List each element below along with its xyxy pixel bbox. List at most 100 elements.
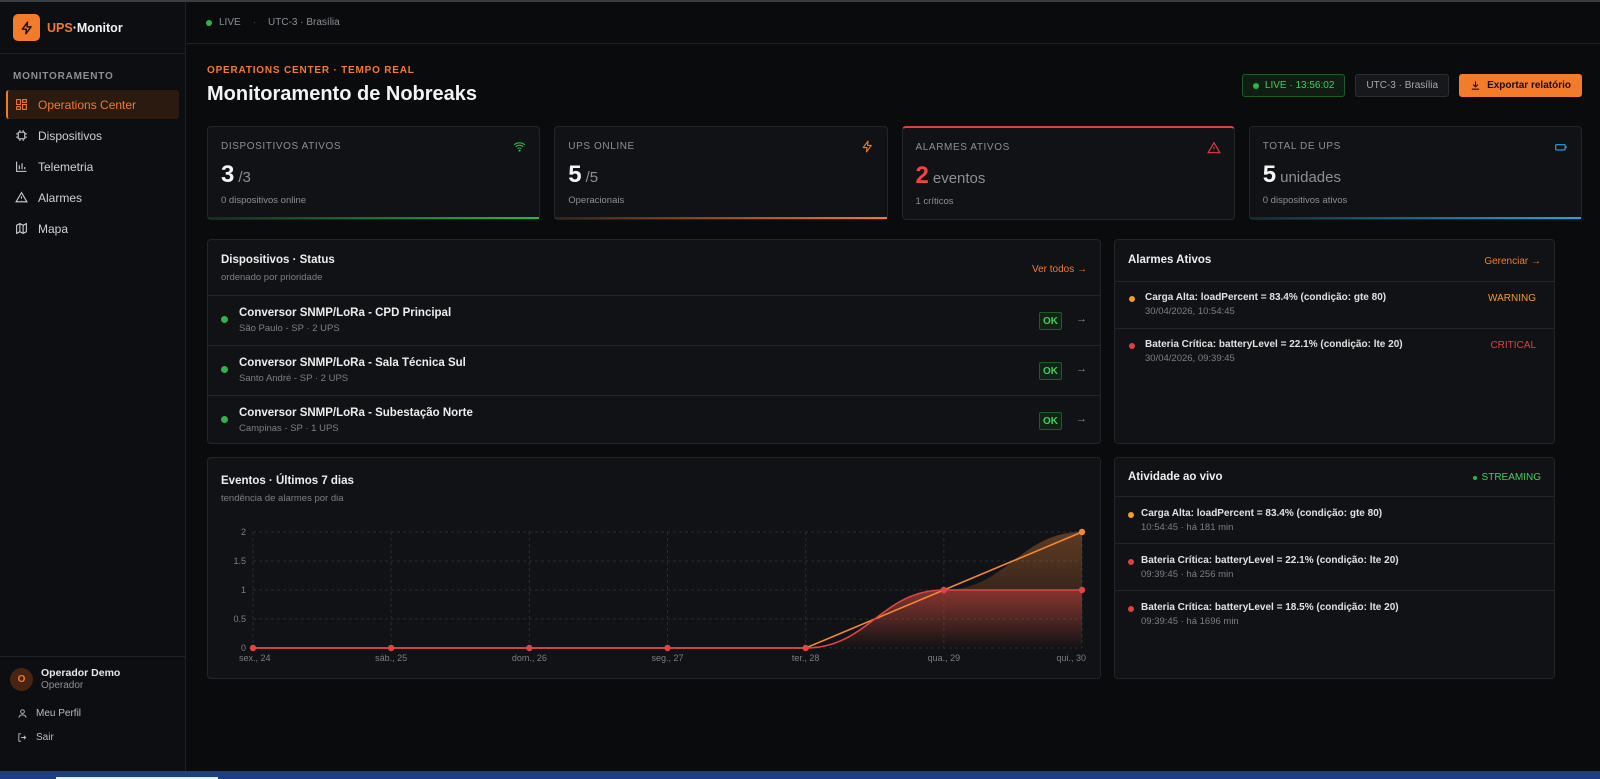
- brand[interactable]: UPS·Monitor: [0, 2, 185, 54]
- kpi-total-ups[interactable]: TOTAL DE UPS 5 unidades 0 dispositivos at…: [1248, 126, 1582, 220]
- sidebar-item-operations-center[interactable]: Operations Center: [6, 90, 179, 119]
- activity-time: 10:54:45 · há 181 min: [1141, 522, 1234, 533]
- export-report-button[interactable]: Exportar relatório: [1459, 74, 1582, 97]
- x-tick-label: qua., 29: [928, 653, 961, 663]
- live-clock-badge: LIVE · 13:56:02: [1241, 74, 1346, 97]
- activity-row[interactable]: Bateria Crítica: batteryLevel = 18.5% (c…: [1115, 591, 1554, 638]
- battery-icon: [1555, 144, 1567, 151]
- kpi-cards: DISPOSITIVOS ATIVOS 3/3 0 dispositivos o…: [207, 126, 1582, 220]
- page-eyebrow: OPERATIONS CENTER · TEMPO REAL: [207, 65, 415, 76]
- sidebar-item-dispositivos[interactable]: Dispositivos: [6, 121, 179, 150]
- kpi-value: 5: [1262, 161, 1277, 188]
- activity-row[interactable]: Carga Alta: loadPercent = 83.4% (condiçã…: [1115, 497, 1554, 544]
- kpi-unit: eventos: [932, 170, 986, 187]
- device-row[interactable]: Conversor SNMP/LoRa - Subestação Norte C…: [208, 396, 1100, 443]
- data-point: [1078, 586, 1086, 594]
- kpi-accent-bar: [1249, 217, 1581, 219]
- sidebar-item-mapa[interactable]: Mapa: [6, 214, 179, 243]
- logout-link[interactable]: Sair: [0, 725, 185, 749]
- sidebar-item-label: Operations Center: [38, 97, 137, 112]
- device-location: São Paulo - SP · 2 UPS: [239, 323, 340, 334]
- status-badge: OK: [1039, 312, 1062, 330]
- x-tick-label: sex., 24: [239, 653, 271, 663]
- kpi-ups-online[interactable]: UPS ONLINE 5/5 Operacionais: [554, 126, 888, 220]
- sidebar-item-alarmes[interactable]: Alarmes: [6, 183, 179, 212]
- device-location: Santo André - SP · 2 UPS: [239, 373, 349, 384]
- events-chart-panel: Eventos · Últimos 7 dias tendência de al…: [207, 457, 1101, 679]
- panel-subtitle: tendência de alarmes por dia: [221, 493, 344, 504]
- avatar: O: [10, 667, 33, 691]
- data-point: [940, 586, 948, 594]
- timezone-text: UTC-3 · Brasília: [1366, 80, 1439, 91]
- kpi-value: 2: [915, 162, 929, 189]
- y-tick-label: 0: [241, 643, 246, 653]
- user-card[interactable]: O Operador Demo Operador: [0, 667, 185, 691]
- panel-title: Alarmes Ativos: [1128, 254, 1212, 266]
- activity-time: 09:39:45 · há 1696 min: [1141, 616, 1239, 627]
- device-row[interactable]: Conversor SNMP/LoRa - CPD Principal São …: [208, 296, 1100, 346]
- profile-link[interactable]: Meu Perfil: [0, 701, 185, 725]
- panel-subtitle: ordenado por prioridade: [221, 272, 323, 283]
- data-point: [1078, 528, 1086, 536]
- brand-name: UPS·Monitor: [47, 20, 123, 35]
- activity-text: Carga Alta: loadPercent = 83.4% (condiçã…: [1141, 508, 1383, 519]
- separator: ·: [252, 17, 257, 28]
- view-all-link[interactable]: Ver todos →: [1032, 264, 1087, 275]
- top-status-bar: LIVE · UTC-3 · Brasília: [187, 2, 1600, 44]
- sidebar-item-label: Alarmes: [38, 190, 83, 205]
- severity-dot-icon: [1128, 606, 1134, 612]
- sidebar-nav: Operations Center Dispositivos Telemetri…: [0, 90, 185, 243]
- panel-title: Dispositivos · Status: [221, 254, 335, 266]
- arrow-right-icon[interactable]: →: [1076, 313, 1087, 325]
- user-icon: [18, 708, 27, 718]
- sidebar-item-label: Dispositivos: [38, 128, 103, 143]
- panel-header: Alarmes Ativos Gerenciar →: [1115, 240, 1554, 282]
- sidebar: UPS·Monitor MONITORAMENTO Operations Cen…: [0, 2, 186, 772]
- activity-row[interactable]: Bateria Crítica: batteryLevel = 22.1% (c…: [1115, 544, 1554, 591]
- map-icon: [16, 222, 27, 235]
- os-taskbar: [0, 771, 1600, 779]
- events-line-chart: 0 0.5 1 1.5 2 sex., 24 sáb., 25 dom., 26 seg., 2…: [233, 527, 1086, 663]
- arrow-right-icon[interactable]: →: [1076, 363, 1087, 375]
- profile-label: Meu Perfil: [36, 707, 82, 719]
- active-alarms-panel: Alarmes Ativos Gerenciar → Carga Alta: l…: [1114, 239, 1555, 444]
- kpi-label: ALARMES ATIVOS: [915, 142, 1010, 153]
- live-dot-icon: [1252, 82, 1259, 89]
- severity-label: WARNING: [1488, 293, 1536, 304]
- sidebar-item-telemetria[interactable]: Telemetria: [6, 152, 179, 181]
- kpi-subtext: 1 críticos: [915, 196, 954, 207]
- bar-chart-icon: [16, 161, 27, 172]
- device-name: Conversor SNMP/LoRa - Sala Técnica Sul: [239, 357, 466, 369]
- data-point: [526, 644, 533, 652]
- panel-header: Atividade ao vivo STREAMING: [1115, 458, 1554, 497]
- y-tick-label: 0.5: [233, 614, 246, 624]
- status-dot-icon: [221, 316, 228, 323]
- kpi-active-alarms[interactable]: ALARMES ATIVOS 2 eventos 1 críticos: [901, 126, 1235, 220]
- alarm-time: 30/04/2026, 09:39:45: [1145, 353, 1235, 364]
- sidebar-item-label: Mapa: [38, 221, 69, 236]
- kpi-active-devices[interactable]: DISPOSITIVOS ATIVOS 3/3 0 dispositivos o…: [207, 126, 541, 220]
- header-actions: LIVE · 13:56:02 UTC-3 · Brasília Exporta…: [1241, 74, 1582, 97]
- data-point: [802, 644, 809, 652]
- y-tick-label: 1: [241, 585, 246, 595]
- alarm-row[interactable]: Carga Alta: loadPercent = 83.4% (condiçã…: [1115, 282, 1554, 329]
- panel-title: Eventos · Últimos 7 dias: [221, 475, 354, 487]
- kpi-unit: /3: [238, 169, 251, 186]
- arrow-right-icon[interactable]: →: [1076, 413, 1087, 425]
- panel-header: Dispositivos · Status ordenado por prior…: [208, 240, 1100, 296]
- timezone-label: UTC-3 · Brasília: [268, 17, 340, 28]
- manage-alarms-link[interactable]: Gerenciar →: [1484, 256, 1541, 267]
- activity-text: Bateria Crítica: batteryLevel = 22.1% (c…: [1141, 555, 1399, 566]
- page-title: Monitoramento de Nobreaks: [207, 83, 478, 105]
- severity-dot-icon: [1128, 559, 1134, 565]
- device-row[interactable]: Conversor SNMP/LoRa - Sala Técnica Sul S…: [208, 346, 1100, 396]
- alarm-row[interactable]: Bateria Crítica: batteryLevel = 22.1% (c…: [1115, 329, 1554, 376]
- status-dot-icon: [221, 366, 228, 373]
- y-tick-label: 1.5: [233, 556, 246, 566]
- kpi-unit: unidades: [1280, 169, 1341, 186]
- alarm-time: 30/04/2026, 10:54:45: [1145, 306, 1235, 317]
- severity-label: CRITICAL: [1490, 340, 1536, 351]
- live-dot-icon: [206, 19, 212, 26]
- device-location: Campinas - SP · 1 UPS: [239, 423, 339, 434]
- logout-icon: [18, 732, 27, 742]
